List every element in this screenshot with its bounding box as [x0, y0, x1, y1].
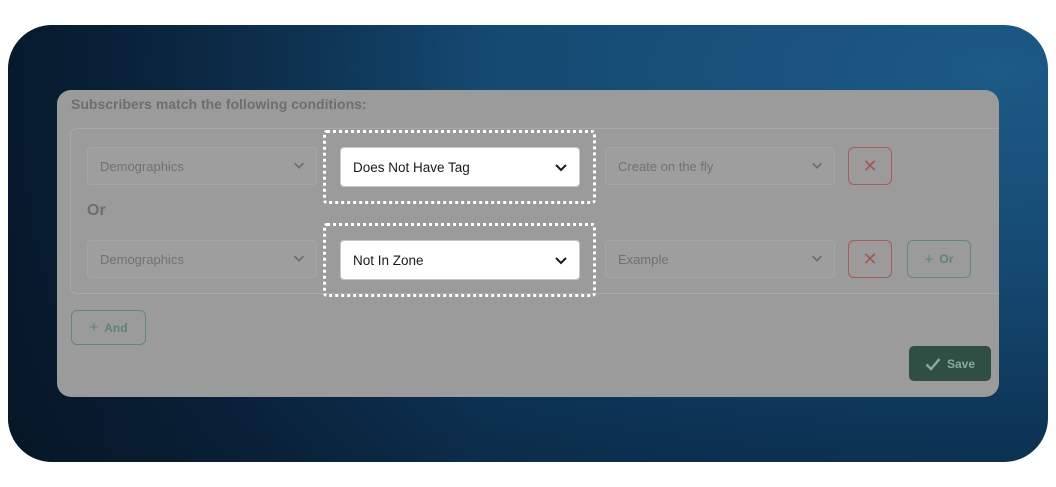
add-or-button-label: Or [939, 252, 954, 266]
chevron-down-icon [812, 255, 822, 262]
conditions-heading: Subscribers match the following conditio… [71, 96, 367, 112]
category-select-2-value: Demographics [100, 251, 184, 267]
condition-select-2-value: Not In Zone [353, 252, 424, 268]
value-select-2-value: Example [618, 251, 669, 267]
plus-icon: + [89, 319, 99, 336]
chevron-down-icon [555, 164, 567, 172]
category-select-1-value: Demographics [100, 158, 184, 174]
or-separator-label: Or [87, 202, 106, 219]
add-and-button-label: And [104, 320, 128, 335]
chevron-down-icon [555, 257, 567, 265]
value-select-1-value: Create on the fly [618, 158, 714, 174]
condition-select-1-value: Does Not Have Tag [353, 159, 470, 175]
check-icon [925, 357, 941, 371]
category-select-2[interactable]: Demographics [87, 240, 317, 278]
close-icon: ✕ [862, 248, 878, 269]
value-select-1[interactable]: Create on the fly [605, 147, 835, 185]
plus-icon: + [924, 250, 934, 268]
close-icon: ✕ [862, 155, 878, 176]
save-button-label: Save [946, 356, 976, 371]
remove-condition-button-1[interactable]: ✕ [848, 147, 892, 185]
chevron-down-icon [294, 162, 304, 169]
remove-condition-button-2[interactable]: ✕ [848, 240, 892, 278]
value-select-2[interactable]: Example [605, 240, 835, 278]
save-button[interactable]: Save [909, 346, 991, 381]
condition-select-1[interactable]: Does Not Have Tag [340, 147, 580, 187]
add-or-button[interactable]: + Or [907, 240, 971, 278]
chevron-down-icon [294, 255, 304, 262]
chevron-down-icon [812, 162, 822, 169]
category-select-1[interactable]: Demographics [87, 147, 317, 185]
condition-select-2[interactable]: Not In Zone [340, 240, 580, 280]
add-and-button[interactable]: + And [71, 310, 146, 345]
